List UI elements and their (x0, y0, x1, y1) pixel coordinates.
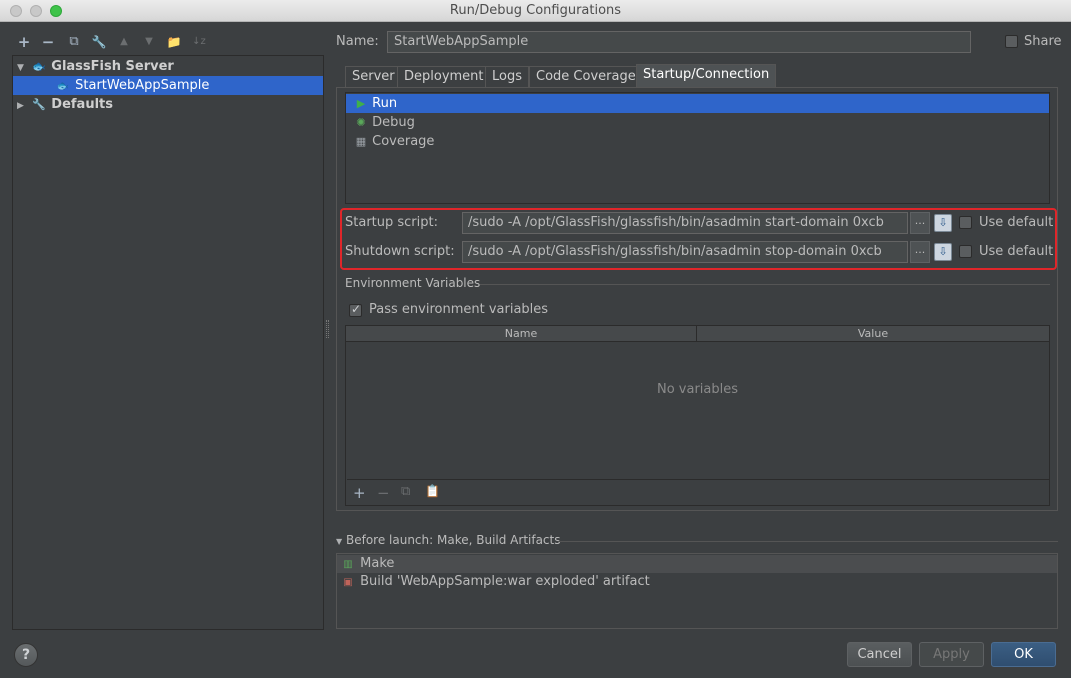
shutdown-script-label: Shutdown script: (345, 244, 455, 259)
mode-coverage[interactable]: ▦ Coverage (346, 132, 1049, 151)
env-section-title: Environment Variables (345, 276, 481, 290)
mode-label: Coverage (372, 134, 435, 149)
window-title: Run/Debug Configurations (449, 3, 622, 18)
env-table-toolbar: + − ⧉ 📋 (347, 479, 1050, 505)
before-launch-title: Before launch: Make, Build Artifacts (345, 533, 561, 547)
minimize-window-button[interactable] (30, 5, 42, 17)
add-configuration-button[interactable]: + (16, 34, 32, 50)
startup-script-label: Startup script: (345, 215, 438, 230)
startup-use-default-label: Use default (979, 215, 1054, 230)
splitter-handle[interactable] (326, 320, 329, 338)
tree-item-label: StartWebAppSample (75, 78, 210, 93)
sort-button[interactable]: ↓z (191, 34, 207, 50)
tab-startup-connection[interactable]: Startup/Connection (636, 64, 777, 87)
before-launch-item-label: Build 'WebAppSample:war exploded' artifa… (360, 574, 650, 589)
shutdown-use-default-checkbox[interactable] (959, 245, 972, 258)
empty-table-text: No variables (656, 382, 739, 397)
before-launch-separator (558, 541, 1058, 542)
tab-logs[interactable]: Logs (485, 66, 529, 87)
mode-label: Run (372, 96, 398, 111)
window-title-bar: Run/Debug Configurations (0, 0, 1071, 22)
wrench-icon: 🔧 (32, 98, 46, 111)
shutdown-insert-macro-icon[interactable]: ⇩ (934, 243, 952, 261)
coverage-icon: ▦ (355, 135, 367, 148)
shutdown-browse-button[interactable]: ... (910, 241, 930, 263)
help-button[interactable]: ? (14, 643, 38, 667)
before-launch-item-make[interactable]: ▥ Make (337, 555, 1057, 573)
remove-variable-button[interactable]: − (377, 484, 390, 502)
run-modes-list[interactable]: ▶ Run ✺ Debug ▦ Coverage (345, 92, 1050, 204)
share-checkbox[interactable] (1005, 35, 1018, 48)
remove-configuration-button[interactable]: − (40, 34, 56, 50)
startup-use-default-checkbox[interactable] (959, 216, 972, 229)
mode-debug[interactable]: ✺ Debug (346, 113, 1049, 132)
folder-button[interactable]: 📁 (166, 34, 182, 50)
add-variable-button[interactable]: + (353, 484, 366, 502)
glassfish-config-icon: 🐟 (56, 81, 70, 92)
before-launch-list[interactable]: ▥ Make ▣ Build 'WebAppSample:war explode… (336, 553, 1058, 629)
copy-configuration-button[interactable]: ⧉ (66, 34, 82, 50)
tree-item-label: Defaults (51, 97, 113, 112)
artifact-icon: ▣ (343, 577, 353, 588)
env-separator (480, 284, 1050, 285)
name-input[interactable]: StartWebAppSample (387, 31, 971, 53)
startup-script-input[interactable]: /sudo -A /opt/GlassFish/glassfish/bin/as… (462, 212, 908, 234)
tab-deployment[interactable]: Deployment (397, 66, 491, 87)
ok-button[interactable]: OK (991, 642, 1056, 667)
apply-button[interactable]: Apply (919, 642, 984, 667)
cancel-button[interactable]: Cancel (847, 642, 912, 667)
startup-browse-button[interactable]: ... (910, 212, 930, 234)
share-label: Share (1024, 34, 1062, 49)
tree-item-label: GlassFish Server (51, 59, 174, 74)
paste-variables-button[interactable]: 📋 (425, 484, 440, 498)
move-down-button[interactable]: ▼ (141, 34, 157, 50)
bug-icon: ✺ (356, 116, 366, 129)
zoom-window-button[interactable] (50, 5, 62, 17)
before-launch-item-artifact[interactable]: ▣ Build 'WebAppSample:war exploded' arti… (337, 573, 1057, 591)
env-variables-table[interactable]: Name Value No variables + − ⧉ 📋 (345, 325, 1050, 506)
configurations-tree[interactable]: ▼ 🐟 GlassFish Server 🐟 StartWebAppSample… (12, 55, 324, 630)
collapse-arrow-icon[interactable]: ▼ (336, 537, 342, 546)
move-up-button[interactable]: ▲ (116, 34, 132, 50)
column-header-name[interactable]: Name (346, 326, 697, 342)
name-label: Name: (336, 34, 379, 49)
before-launch-item-label: Make (360, 556, 395, 571)
startup-insert-macro-icon[interactable]: ⇩ (934, 214, 952, 232)
tree-item-startwebappsample[interactable]: 🐟 StartWebAppSample (13, 76, 323, 95)
edit-defaults-button[interactable]: 🔧 (91, 34, 107, 50)
pass-env-checkbox[interactable] (349, 302, 362, 317)
close-window-button[interactable] (10, 5, 22, 17)
column-header-value[interactable]: Value (697, 326, 1049, 342)
tab-code-coverage[interactable]: Code Coverage (529, 66, 643, 87)
play-icon: ▶ (356, 97, 366, 110)
glassfish-icon: 🐟 (32, 60, 46, 73)
shutdown-script-input[interactable]: /sudo -A /opt/GlassFish/glassfish/bin/as… (462, 241, 908, 263)
collapsed-arrow-icon[interactable]: ▶ (17, 97, 27, 116)
before-launch-header[interactable]: ▼ Before launch: Make, Build Artifacts (336, 533, 560, 547)
tree-item-defaults[interactable]: ▶ 🔧 Defaults (13, 95, 323, 114)
shutdown-use-default-label: Use default (979, 244, 1054, 259)
tab-server[interactable]: Server (345, 66, 402, 87)
make-icon: ▥ (343, 559, 353, 570)
tree-item-glassfish-server[interactable]: ▼ 🐟 GlassFish Server (13, 57, 323, 76)
mode-label: Debug (372, 115, 415, 130)
mode-run[interactable]: ▶ Run (346, 94, 1049, 113)
pass-env-label: Pass environment variables (369, 302, 549, 317)
copy-variables-button[interactable]: ⧉ (401, 484, 410, 499)
